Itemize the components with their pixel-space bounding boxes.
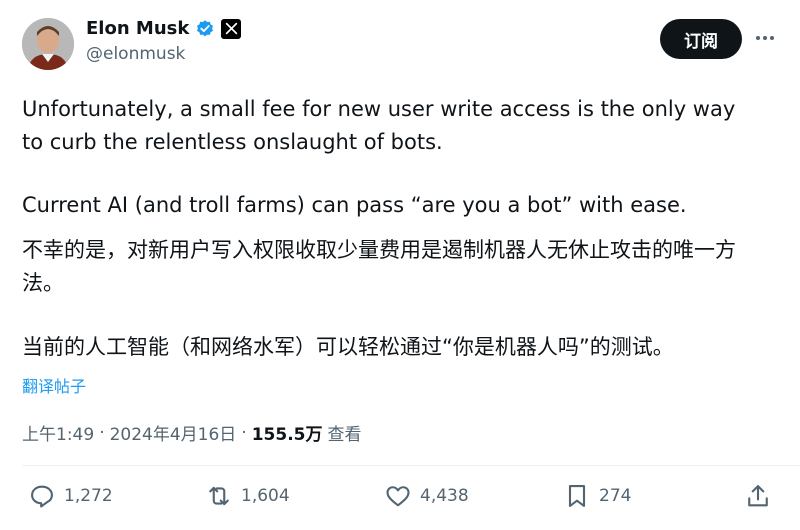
more-horizontal-icon[interactable]: [752, 26, 778, 50]
reply-button[interactable]: 1,272: [28, 482, 113, 510]
avatar[interactable]: [22, 18, 74, 70]
handle[interactable]: @elonmusk: [86, 44, 241, 64]
repost-count: 1,604: [241, 486, 290, 506]
bookmark-button[interactable]: 274: [563, 482, 631, 510]
tweet-time[interactable]: 上午1:49: [22, 420, 94, 445]
name-row: Elon Musk: [86, 18, 242, 39]
tweet-paragraph-english-1: Unfortunately, a small fee for new user …: [22, 97, 736, 154]
share-icon: [748, 485, 768, 507]
reply-icon: [31, 485, 53, 508]
tweet-meta: 上午1:49 · 2024年4月16日 · 155.5万 查看: [22, 420, 362, 446]
tweet-paragraph-chinese-1: 不幸的是，对新用户写入权限收取少量费用是遏制机器人无休止攻击的唯一方法。: [22, 238, 736, 295]
views-count: 155.5万: [251, 425, 323, 445]
meta-separator: ·: [99, 422, 105, 443]
display-name[interactable]: Elon Musk: [86, 18, 189, 39]
like-button[interactable]: 4,438: [384, 482, 469, 510]
x-logo-icon[interactable]: [221, 18, 242, 39]
translate-post-link[interactable]: 翻译帖子: [22, 373, 86, 397]
heart-icon: [386, 486, 410, 507]
repost-button[interactable]: 1,604: [205, 482, 290, 510]
tweet-paragraph-chinese-2: 当前的人工智能（和网络水军）可以轻松通过“你是机器人吗”的测试。: [22, 335, 674, 359]
verified-badge-icon[interactable]: [195, 19, 215, 39]
like-count: 4,438: [420, 486, 469, 506]
tweet-date[interactable]: 2024年4月16日: [110, 420, 237, 445]
author-block: Elon Musk @elonmusk: [86, 18, 242, 64]
share-button[interactable]: [744, 482, 772, 510]
views-label: 查看: [327, 425, 362, 445]
divider: [22, 465, 800, 466]
repost-icon: [209, 486, 229, 506]
subscribe-button[interactable]: 订阅: [660, 19, 742, 59]
tweet-paragraph-english-2: Current AI (and troll farms) can pass “a…: [22, 193, 687, 217]
reply-count: 1,272: [64, 486, 113, 506]
meta-separator: ·: [241, 422, 247, 443]
profile-photo: [22, 18, 74, 70]
bookmark-count: 274: [599, 486, 632, 506]
bookmark-icon: [568, 485, 586, 507]
